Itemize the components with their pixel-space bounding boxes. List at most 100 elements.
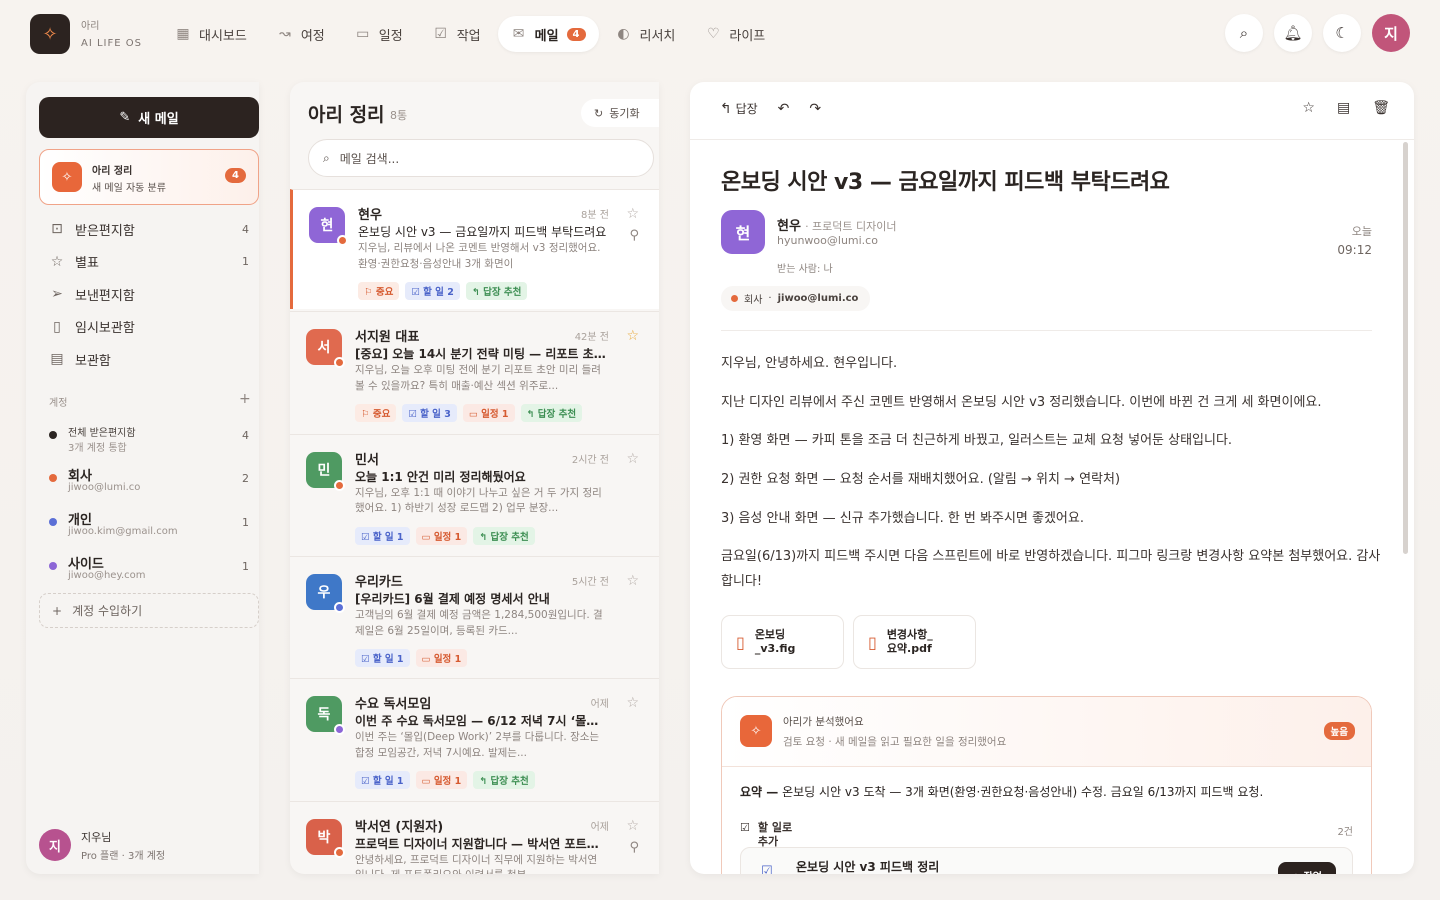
star-icon[interactable]: ☆ <box>626 818 639 834</box>
sparkle-logo-icon[interactable]: ✧ <box>30 14 70 54</box>
mail-preview: 이번 주는 ‘몰입(Deep Work)’ 2부를 다룹니다. 장소는 합정 모… <box>355 731 600 759</box>
star-icon[interactable]: ☆ <box>626 573 639 589</box>
account-count: 1 <box>242 516 249 529</box>
moon-icon[interactable]: ☾ <box>1323 14 1361 52</box>
account-item[interactable]: 전체 받은편지함 3개 계정 통합 4 <box>39 417 259 457</box>
sidebar-item-archive[interactable]: ▤ 보관함 <box>39 344 259 374</box>
refresh-icon: ↻ <box>594 106 604 120</box>
account-item[interactable]: 사이드 jiwoo@hey.com 1 <box>39 548 259 588</box>
ai-analysis-card: ✧ 아리가 분석했어요 검토 요청 · 새 메일을 읽고 필요한 일을 정리했어… <box>721 696 1372 874</box>
tag-badge: ▭ 일정 1 <box>415 771 468 790</box>
ari-card-title: 아리 정리 <box>92 166 133 177</box>
todo-item[interactable]: ☑ 온보딩 시안 v3 피드백 정리 + 작업 <box>740 847 1353 874</box>
mail-paragraph: 지우님, 안녕하세요. 현우입니다. <box>721 356 898 371</box>
star-icon[interactable]: ☆ <box>626 695 639 711</box>
ari-card-count: 4 <box>225 168 246 183</box>
mail-list-item[interactable]: 현 현우 8분 전 온보딩 시안 v3 — 금요일까지 피드백 부탁드려요 지우님, 리… <box>290 189 659 309</box>
sender-name: 현우 <box>358 208 382 223</box>
priority-badge: 높음 <box>1323 722 1355 740</box>
attachment-name: 온보딩 _v3.fig <box>755 628 796 657</box>
mail-list-item[interactable]: 박 박서연 (지원자) 어제 프로덕트 디자이너 지원합니다 — 박서연 포트폴리오 안… <box>290 800 659 874</box>
todo-count: 2건 <box>1337 827 1353 838</box>
sender-avatar: 현 <box>721 210 765 254</box>
reply-all-icon[interactable]: ↶ <box>778 101 790 117</box>
nav-item-task[interactable]: ☑ 작업 <box>420 16 494 52</box>
account-item[interactable]: 개인 jiwoo.kim@gmail.com 1 <box>39 504 259 544</box>
list-title: 아리 정리 <box>308 104 385 126</box>
sync-label: 동기화 <box>609 107 640 120</box>
nav-item-mail[interactable]: ✉ 메일 4 <box>497 16 599 52</box>
star-icon[interactable]: ☆ <box>626 328 639 344</box>
accounts-section-label: 계정 <box>49 398 68 409</box>
mail-time: 어제 <box>590 699 609 711</box>
mail-tags: ☑ 할 일 1 ▭ 일정 1 ↰ 답장 추천 <box>355 526 535 545</box>
search-placeholder: 메일 검색... <box>339 151 400 166</box>
account-count: 4 <box>242 429 249 442</box>
reply-button[interactable]: ↰ 답장 <box>720 100 758 117</box>
nav-item-research[interactable]: ◐ 리서치 <box>603 16 689 52</box>
sidebar-item-send[interactable]: ➢ 보낸편지함 <box>39 279 259 309</box>
attachment-name-line2: 요약.pdf <box>886 642 932 655</box>
bell-icon[interactable]: 🔔︎ <box>1274 14 1312 52</box>
nav-item-dashboard[interactable]: ▦ 대시보드 <box>162 16 260 52</box>
account-item[interactable]: 회사 jiwoo@lumi.co 2 <box>39 460 259 500</box>
sidebar-item-label: 별표 <box>75 256 99 271</box>
attachment[interactable]: ▯ 온보딩 _v3.fig <box>721 615 844 669</box>
search-input[interactable]: ⌕ 메일 검색... <box>308 139 654 177</box>
tag-badge: ▭ 일정 1 <box>415 648 468 667</box>
sync-button[interactable]: ↻ 동기화 <box>581 99 659 127</box>
avatar[interactable]: 지 <box>1372 14 1410 52</box>
send-icon: ➢ <box>51 286 63 302</box>
forward-icon[interactable]: ↷ <box>809 101 821 117</box>
mail-list-item[interactable]: 서 서지원 대표 42분 전 [중요] 오늘 14시 분기 전략 미팅 — 리포트 초… <box>290 311 659 431</box>
scrollbar[interactable] <box>1403 142 1408 554</box>
search-icon[interactable]: ⌕ <box>1225 14 1263 52</box>
mail-tags: ☑ 할 일 1 ▭ 일정 1 <box>355 648 468 667</box>
checkbox-icon[interactable]: ☑ <box>761 864 773 874</box>
sidebar-item-label: 받은편지함 <box>75 223 135 239</box>
mail-subject: [중요] 오늘 14시 분기 전략 미팅 — 리포트 초안 공유 <box>355 347 607 362</box>
dashboard-icon: ▦ <box>176 26 190 42</box>
attachment[interactable]: ▯ 변경사항_ 요약.pdf <box>853 615 976 669</box>
mail-time: 42분 전 <box>574 332 609 344</box>
import-account-button[interactable]: + 계정 수입하기 <box>39 593 259 628</box>
sidebar-item-inbox[interactable]: ⊡ 받은편지함 4 <box>39 214 259 244</box>
mail-list-item[interactable]: 민 민서 2시간 전 오늘 1:1 안건 미리 정리해뒀어요 지우님, 오후 1:1 때… <box>290 433 659 554</box>
pencil-icon: ✎ <box>119 110 131 125</box>
ari-organize-card[interactable]: ✧ 아리 정리 새 메일 자동 분류 4 <box>39 149 259 205</box>
profile[interactable]: 지 지우님 Pro 플랜 · 3개 계정 <box>39 827 259 863</box>
account-sub: jiwoo@hey.com <box>68 570 146 581</box>
new-mail-label: 새 메일 <box>138 112 179 127</box>
sender-avatar: 현 <box>309 207 348 246</box>
profile-plan: Pro 플랜 · 3개 계정 <box>81 851 166 862</box>
mail-preview: 고객님의 6월 결제 예정 금액은 1,284,500원입니다. 결제일은 6월… <box>355 608 603 637</box>
tag-badge: ↰ 답장 추천 <box>465 282 528 300</box>
sidebar-item-star[interactable]: ☆ 별표 1 <box>39 247 259 277</box>
new-mail-button[interactable]: ✎ 새 메일 <box>39 97 259 138</box>
mail-paragraph: 2) 권한 요청 화면 — 요청 순서를 재배치했어요. (알림 → 위치 → … <box>721 472 1121 488</box>
top-bar: ✧ 아리 AI LIFE OS ▦ 대시보드 ↝ 여정 ▭ 일정 ☑ 작업 ✉ 메일 4 ◐ 리서치 ♡ 라… <box>0 0 1440 70</box>
nav-item-calendar[interactable]: ▭ 일정 <box>342 16 416 52</box>
divider <box>721 330 1372 331</box>
sender-name: 민서 <box>355 452 379 468</box>
star-icon[interactable]: ☆ <box>626 451 639 467</box>
nav-label: 메일 <box>534 28 559 44</box>
tag-badge: ☑ 할 일 2 <box>405 282 460 300</box>
mail-icon: ✉ <box>512 26 525 42</box>
tag-badge: ▭ 일정 1 <box>415 526 468 545</box>
sidebar-item-draft[interactable]: ▯ 임시보관함 <box>39 312 259 342</box>
account-tag: 회사 · jiwoo@lumi.co <box>721 286 871 311</box>
mail-list-item[interactable]: 독 수요 독서모임 어제 이번 주 수요 독서모임 — 6/12 저녁 7시 ‘몰입’… <box>290 678 659 798</box>
trash-icon[interactable]: 🗑︎ <box>1372 100 1390 116</box>
nav-item-heart[interactable]: ♡ 라이프 <box>692 16 778 52</box>
archive-icon[interactable]: ▤ <box>1337 100 1350 116</box>
sender-initial: 독 <box>317 707 331 724</box>
star-icon[interactable]: ☆ <box>1302 100 1315 116</box>
star-icon[interactable]: ☆ <box>626 206 639 222</box>
nav-item-route[interactable]: ↝ 여정 <box>264 16 338 52</box>
mail-list-item[interactable]: 우 우리카드 5시간 전 [우리카드] 6월 결제 예정 명세서 안내 고객님의 6월 … <box>290 555 659 676</box>
mail-subject: 오늘 1:1 안건 미리 정리해뒀어요 <box>355 469 526 484</box>
add-account-icon[interactable]: + <box>239 391 251 407</box>
add-task-button[interactable]: + 작업 <box>1277 862 1336 874</box>
mail-time: 5시간 전 <box>571 576 609 588</box>
